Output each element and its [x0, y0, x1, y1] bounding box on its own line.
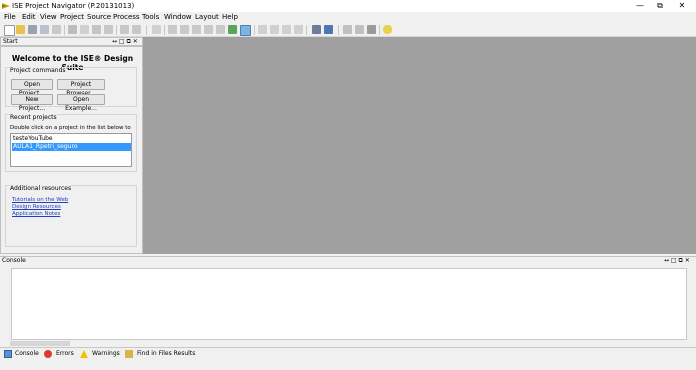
window-title: ISE Project Navigator (P.20131013)	[12, 2, 135, 10]
toolbar-separator	[64, 25, 65, 35]
redo-icon[interactable]	[132, 25, 141, 34]
design-resources-link[interactable]: Design Resources	[12, 204, 61, 211]
toolbar-separator	[116, 25, 117, 35]
console-vertical-scrollbar[interactable]	[688, 266, 696, 346]
new-project-button[interactable]: New Project...	[11, 94, 53, 112]
delete-icon[interactable]	[104, 25, 113, 34]
close-button[interactable]: ✕	[672, 0, 692, 12]
rerun-icon[interactable]	[367, 25, 376, 34]
recent-projects-list[interactable]: testeYouTube AULA1_Rpetri_seguro	[10, 133, 132, 167]
window-vertical-icon[interactable]	[294, 25, 303, 34]
tutorials-link[interactable]: Tutorials on the Web	[12, 197, 68, 204]
toolbar-separator	[146, 25, 147, 35]
zoom-in-icon[interactable]	[168, 25, 177, 34]
list-item[interactable]: testeYouTube	[12, 135, 131, 143]
zoom-icon[interactable]	[216, 25, 225, 34]
menu-process[interactable]: Process	[113, 13, 140, 22]
open-example-button[interactable]: Open Example...	[57, 94, 105, 112]
console-controls[interactable]: ↔ □ ⧉ ✕	[664, 257, 690, 265]
title-bar: ISE Project Navigator (P.20131013) — ⧉ ✕	[0, 0, 696, 12]
toolbar	[0, 23, 696, 37]
lightbulb-icon[interactable]	[383, 25, 392, 34]
save-all-icon[interactable]	[40, 25, 49, 34]
workspace-area	[143, 37, 696, 254]
menu-edit[interactable]: Edit	[22, 13, 36, 22]
toolbar-separator	[306, 25, 307, 35]
console-output[interactable]	[11, 268, 687, 340]
status-bar	[0, 359, 696, 370]
undo-icon[interactable]	[120, 25, 129, 34]
menu-window[interactable]: Window	[164, 13, 192, 22]
bottom-tab-bar: Console Errors Warnings Find in Files Re…	[0, 347, 696, 359]
menu-file[interactable]: File	[4, 13, 16, 22]
console-horizontal-scrollbar[interactable]	[0, 340, 688, 347]
menu-view[interactable]: View	[40, 13, 57, 22]
application-notes-link[interactable]: Application Notes	[12, 211, 60, 218]
wrench-icon[interactable]	[312, 25, 321, 34]
toolbar-separator	[254, 25, 255, 35]
toolbar-separator	[379, 25, 380, 35]
new-file-icon[interactable]	[4, 25, 15, 36]
start-panel-title: Start	[3, 38, 18, 45]
list-item-selected[interactable]: AULA1_Rpetri_seguro	[12, 143, 131, 151]
project-commands-group: Project commands Open Project... Project…	[5, 67, 137, 112]
additional-resources-title: Additional resources	[10, 185, 72, 192]
console-header: Console ↔ □ ⧉ ✕	[0, 256, 696, 265]
console-icon	[4, 350, 12, 358]
expand-icon[interactable]	[152, 25, 161, 34]
project-browser-button[interactable]: Project Browser...	[57, 79, 105, 97]
paste-icon[interactable]	[92, 25, 101, 34]
window-horizontal-icon[interactable]	[282, 25, 291, 34]
run-icon[interactable]	[343, 25, 352, 34]
open-folder-icon[interactable]	[16, 25, 25, 34]
minimize-button[interactable]: —	[630, 0, 650, 12]
print-icon[interactable]	[52, 25, 61, 34]
menu-tools[interactable]: Tools	[142, 13, 159, 22]
warning-icon	[80, 350, 88, 358]
window-cascade-icon[interactable]	[270, 25, 279, 34]
error-icon	[44, 350, 52, 358]
scrollbar-thumb[interactable]	[10, 341, 70, 346]
menu-source[interactable]: Source	[87, 13, 111, 22]
open-project-button[interactable]: Open Project...	[11, 79, 53, 97]
zoom-selection-icon[interactable]	[204, 25, 213, 34]
window-tile-icon[interactable]	[258, 25, 267, 34]
panel-controls[interactable]: ↔ □ ⧉ ✕	[112, 38, 138, 46]
project-commands-title: Project commands	[10, 67, 66, 74]
zoom-fit-icon[interactable]	[192, 25, 201, 34]
cut-icon[interactable]	[68, 25, 77, 34]
refresh-icon[interactable]	[228, 25, 237, 34]
stop-icon[interactable]	[355, 25, 364, 34]
find-files-icon	[125, 350, 133, 358]
ise-logo-icon	[2, 3, 10, 9]
start-panel-header: Start ↔ □ ⧉ ✕	[0, 37, 143, 46]
help-pointer-icon[interactable]	[324, 25, 333, 34]
menu-help[interactable]: Help	[222, 13, 238, 22]
restore-button[interactable]: ⧉	[650, 0, 670, 12]
console-title: Console	[2, 257, 26, 264]
hierarchy-icon[interactable]	[240, 25, 251, 36]
recent-projects-title: Recent projects	[10, 114, 57, 121]
copy-icon[interactable]	[80, 25, 89, 34]
menu-bar: File Edit View Project Source Process To…	[0, 12, 696, 23]
menu-layout[interactable]: Layout	[195, 13, 219, 22]
menu-project[interactable]: Project	[60, 13, 84, 22]
zoom-out-icon[interactable]	[180, 25, 189, 34]
save-icon[interactable]	[28, 25, 37, 34]
toolbar-separator	[164, 25, 165, 35]
toolbar-separator	[338, 25, 339, 35]
